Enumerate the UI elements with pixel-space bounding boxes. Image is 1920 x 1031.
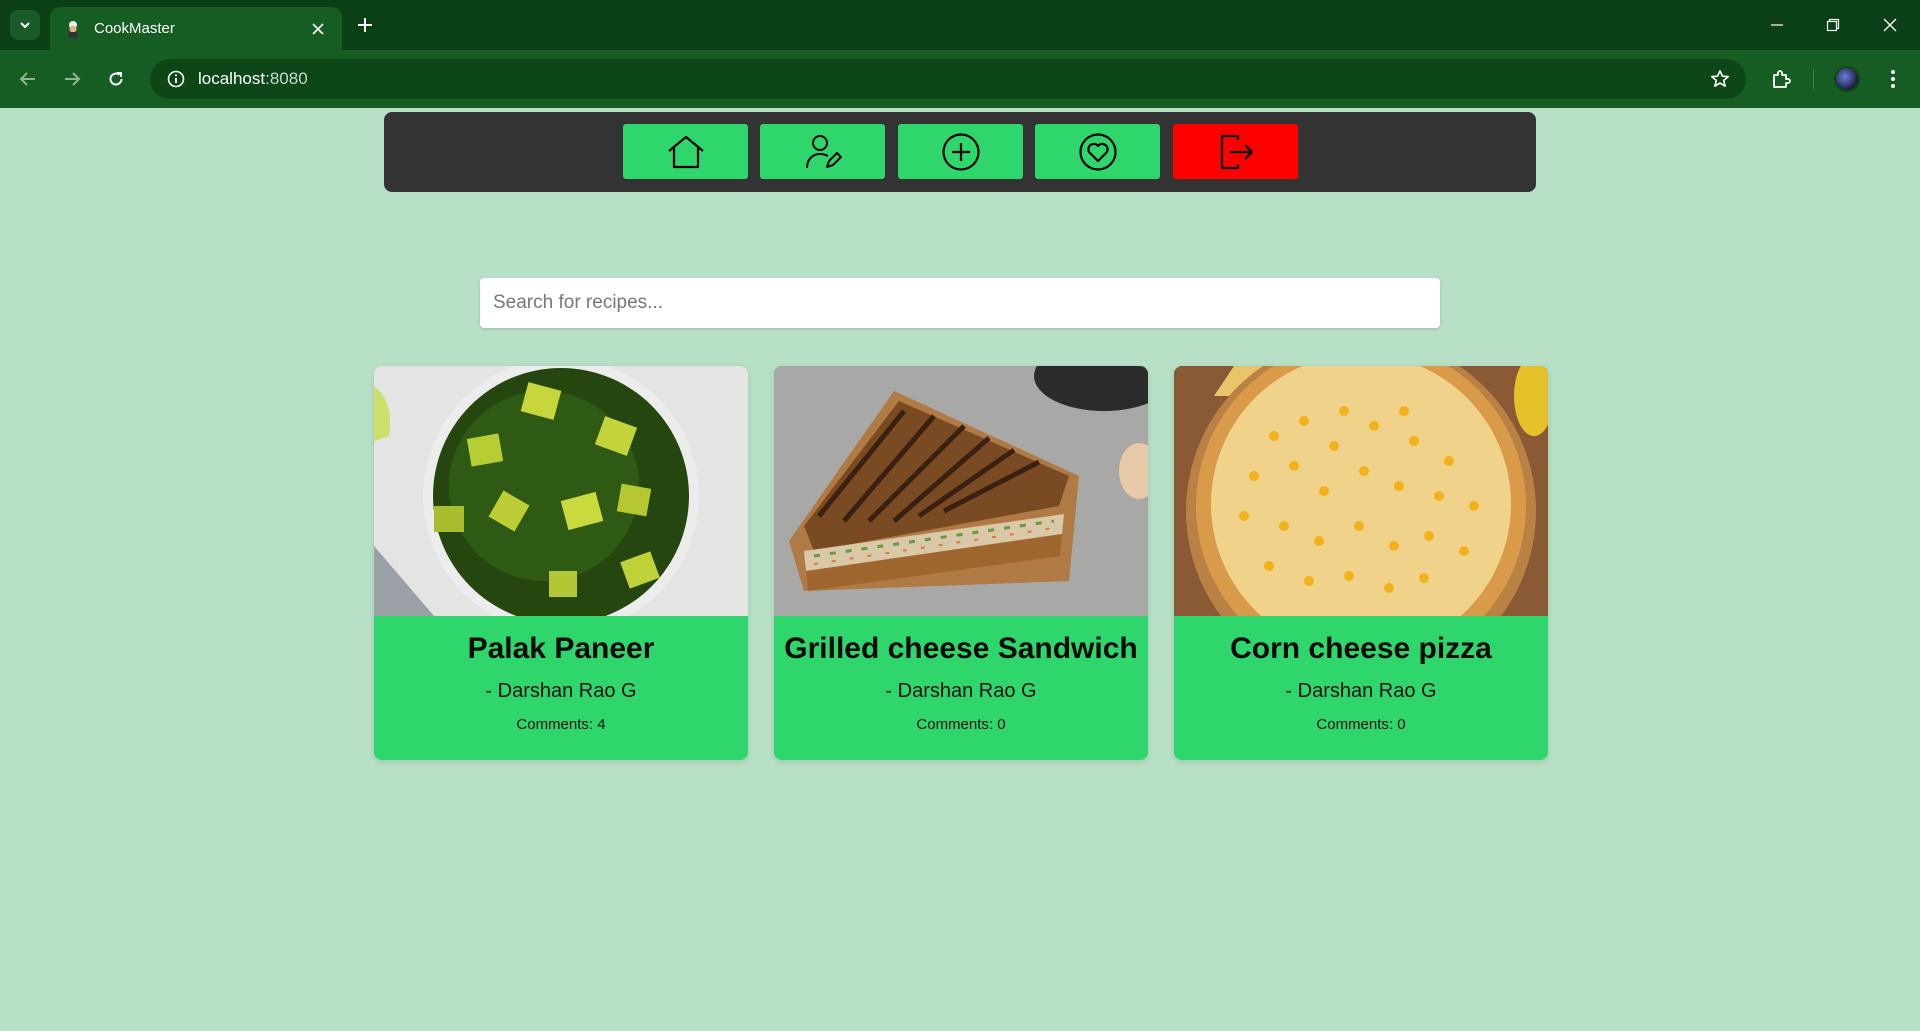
tab-search-button[interactable] bbox=[10, 10, 40, 40]
browser-menu-button[interactable] bbox=[1877, 63, 1909, 95]
recipe-comments-count: Comments: 0 bbox=[916, 716, 1006, 733]
recipe-image-corn-pizza bbox=[1174, 366, 1548, 616]
close-tab-icon[interactable] bbox=[308, 19, 328, 39]
puzzle-icon bbox=[1773, 70, 1791, 88]
reload-button[interactable] bbox=[100, 63, 132, 95]
chevron-down-icon bbox=[20, 22, 30, 29]
back-button[interactable] bbox=[12, 63, 44, 95]
browser-tab-active[interactable]: CookMaster bbox=[50, 7, 342, 50]
arrow-right-icon bbox=[65, 72, 81, 86]
logout-button[interactable] bbox=[1173, 124, 1298, 179]
add-circle-icon bbox=[941, 132, 980, 171]
new-tab-button[interactable] bbox=[352, 12, 378, 38]
recipe-comments-count: Comments: 4 bbox=[516, 716, 606, 733]
forward-button[interactable] bbox=[56, 63, 88, 95]
reload-icon bbox=[109, 72, 123, 86]
browser-tab-bar: CookMaster bbox=[0, 0, 1920, 50]
recipe-title: Corn cheese pizza bbox=[1230, 632, 1492, 665]
minimize-button[interactable] bbox=[1764, 12, 1790, 38]
home-icon bbox=[667, 135, 704, 168]
close-icon bbox=[1883, 18, 1897, 32]
arrow-left-icon bbox=[19, 72, 35, 86]
recipe-card[interactable]: Corn cheese pizza - Darshan Rao G Commen… bbox=[1174, 366, 1548, 760]
restore-button[interactable] bbox=[1820, 12, 1846, 38]
recipe-author: - Darshan Rao G bbox=[1285, 680, 1437, 702]
close-window-button[interactable] bbox=[1877, 12, 1903, 38]
profile-button[interactable] bbox=[1831, 63, 1863, 95]
add-recipe-button[interactable] bbox=[898, 124, 1023, 179]
extensions-button[interactable] bbox=[1765, 63, 1797, 95]
heart-circle-icon bbox=[1078, 132, 1117, 171]
chef-favicon-icon bbox=[64, 20, 82, 38]
recipe-card[interactable]: Grilled cheese Sandwich - Darshan Rao G … bbox=[774, 366, 1148, 760]
recipe-image-palak-paneer bbox=[374, 366, 748, 616]
search-input[interactable] bbox=[480, 278, 1440, 328]
recipe-author: - Darshan Rao G bbox=[485, 680, 637, 702]
restore-icon bbox=[1826, 18, 1840, 32]
recipe-title: Palak Paneer bbox=[467, 632, 655, 665]
minimize-icon bbox=[1771, 24, 1783, 26]
home-button[interactable] bbox=[623, 124, 748, 179]
user-edit-icon bbox=[805, 134, 842, 168]
logout-icon bbox=[1220, 134, 1253, 169]
profile-edit-button[interactable] bbox=[760, 124, 885, 179]
favorites-button[interactable] bbox=[1035, 124, 1160, 179]
recipe-image-grilled-sandwich bbox=[774, 366, 1148, 616]
url-port: :8080 bbox=[265, 69, 308, 88]
browser-toolbar: localhost:8080 bbox=[0, 50, 1920, 108]
recipe-title: Grilled cheese Sandwich bbox=[784, 632, 1138, 665]
site-info-icon[interactable] bbox=[164, 67, 188, 91]
recipe-card[interactable]: Palak Paneer - Darshan Rao G Comments: 4 bbox=[374, 366, 748, 760]
kebab-menu-icon bbox=[1891, 70, 1895, 88]
plus-icon bbox=[358, 18, 372, 32]
toolbar-divider bbox=[1813, 69, 1814, 89]
avatar bbox=[1834, 66, 1860, 92]
recipe-author: - Darshan Rao G bbox=[885, 680, 1037, 702]
address-bar[interactable]: localhost:8080 bbox=[150, 59, 1746, 99]
url-host: localhost bbox=[198, 69, 266, 88]
tab-title: CookMaster bbox=[94, 20, 175, 37]
recipe-comments-count: Comments: 0 bbox=[1316, 716, 1406, 733]
bookmark-star-icon[interactable] bbox=[1708, 67, 1732, 91]
app-navbar bbox=[384, 112, 1536, 192]
